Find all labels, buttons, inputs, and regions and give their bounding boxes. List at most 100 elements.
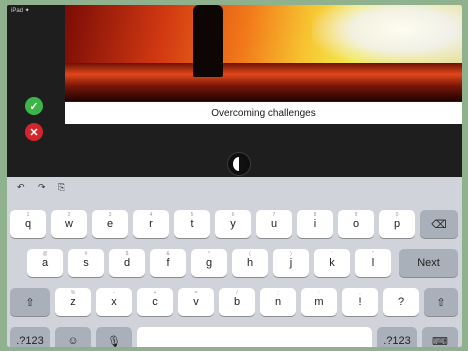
shift-key-left[interactable]: ⇧ — [10, 288, 50, 316]
key-o[interactable]: 9o — [338, 210, 374, 238]
key-hint: 2 — [67, 212, 71, 218]
close-icon: ✕ — [29, 126, 39, 139]
key-label: g — [205, 257, 213, 269]
shift-key-right[interactable]: ⇧ — [424, 288, 458, 316]
redo-icon[interactable]: ↷ — [38, 182, 46, 193]
key-label: c — [152, 296, 158, 308]
key-p[interactable]: 0p — [379, 210, 415, 238]
key-label: .?123 — [383, 335, 411, 347]
key-a[interactable]: @ a — [27, 249, 63, 277]
key-label: r — [149, 218, 153, 230]
key-r[interactable]: 4r — [133, 210, 169, 238]
photo — [65, 5, 462, 101]
keyboard: ↶ ↷ ⎘ 1 q 2 w 3 e 4 r 5 t 6 y 7 u 8 i 9 o 0 p ⌫ @ a # s $ d & f * g(h)… — [7, 177, 462, 347]
key-label: w — [65, 218, 73, 230]
key-hint: 5 — [190, 212, 194, 218]
key-question[interactable]: .? — [383, 288, 419, 316]
key-y[interactable]: 6y — [215, 210, 251, 238]
key-hint: @ — [42, 251, 48, 257]
status-bar: iPad ✦ — [11, 8, 30, 14]
key-hint: " — [372, 251, 374, 257]
key-label: ☺ — [67, 335, 79, 347]
key-label: ! — [358, 296, 362, 308]
next-key[interactable]: Next — [399, 249, 458, 277]
key-hint: 0 — [395, 212, 399, 218]
key-hint: + — [153, 290, 157, 296]
key-hint: # — [84, 251, 88, 257]
key-h[interactable]: (h — [232, 249, 268, 277]
key-hint: * — [208, 251, 210, 257]
numbers-key-left[interactable]: .?123 — [10, 327, 50, 347]
key-hint: 4 — [149, 212, 153, 218]
screen: iPad ✦ Overcoming challenges ✓ ✕ ↶ ↷ ⎘ 1… — [7, 5, 462, 347]
numbers-key-right[interactable]: .?123 — [377, 327, 417, 347]
caption-field[interactable]: Overcoming challenges — [65, 102, 462, 124]
key-w[interactable]: 2w — [51, 210, 87, 238]
key-label: v — [193, 296, 199, 308]
key-k[interactable]: ' k — [314, 249, 350, 277]
paste-icon[interactable]: ⎘ — [58, 182, 65, 193]
key-hint: 8 — [313, 212, 317, 218]
split-handle[interactable] — [227, 152, 251, 176]
key-hint: 7 — [272, 212, 276, 218]
key-hint: 3 — [108, 212, 112, 218]
key-l[interactable]: " l — [355, 249, 391, 277]
emoji-key[interactable]: ☺ — [55, 327, 91, 347]
key-j[interactable]: ) j — [273, 249, 309, 277]
photo-clouds — [312, 5, 462, 67]
key-u[interactable]: 7u — [256, 210, 292, 238]
key-v[interactable]: = v — [178, 288, 214, 316]
key-label: n — [274, 296, 282, 308]
key-label: u — [270, 218, 278, 230]
key-label: ⌨ — [432, 335, 448, 348]
key-label: ⇧ — [436, 296, 446, 309]
key-label: .?123 — [16, 335, 44, 347]
undo-icon[interactable]: ↶ — [17, 182, 25, 193]
key-n[interactable]: ; n — [260, 288, 296, 316]
key-hint: / — [236, 290, 238, 296]
key-e[interactable]: 3e — [92, 210, 128, 238]
key-hint: $ — [125, 251, 129, 257]
key-label: 🎙 — [107, 335, 121, 348]
key-b[interactable]: / b — [219, 288, 255, 316]
key-i[interactable]: 8i — [297, 210, 333, 238]
photo-sea — [65, 63, 462, 101]
key-t[interactable]: 5t — [174, 210, 210, 238]
key-label: t — [190, 218, 194, 230]
key-f[interactable]: & f — [150, 249, 186, 277]
confirm-button[interactable]: ✓ — [25, 97, 43, 115]
key-label: d — [123, 257, 131, 269]
key-s[interactable]: # s — [68, 249, 104, 277]
key-hint: % — [70, 290, 76, 296]
key-exclamation[interactable]: ,! — [342, 288, 378, 316]
key-g[interactable]: * g — [191, 249, 227, 277]
key-d[interactable]: $ d — [109, 249, 145, 277]
key-label: i — [313, 218, 317, 230]
key-c[interactable]: + c — [137, 288, 173, 316]
key-label: l — [371, 257, 375, 269]
key-label: ⌫ — [431, 218, 447, 231]
key-label: m — [314, 296, 324, 308]
key-hint: - — [113, 290, 115, 296]
key-label: e — [106, 218, 114, 230]
key-hint: . — [400, 290, 402, 296]
key-x[interactable]: -x — [96, 288, 132, 316]
key-label: f — [166, 257, 170, 269]
key-label: j — [289, 257, 293, 269]
key-label: p — [393, 218, 401, 230]
hide-keyboard-key[interactable]: ⌨ — [422, 327, 458, 347]
key-z[interactable]: % z — [55, 288, 91, 316]
keyboard-toolbar: ↶ ↷ ⎘ — [7, 177, 462, 197]
space-key[interactable] — [137, 327, 372, 347]
key-label: ? — [397, 296, 405, 308]
dictation-key[interactable]: 🎙 — [96, 327, 132, 347]
contrast-icon — [233, 157, 245, 171]
caption-text: Overcoming challenges — [211, 107, 316, 119]
key-m[interactable]: :m — [301, 288, 337, 316]
discard-button[interactable]: ✕ — [25, 123, 43, 141]
key-label: x — [111, 296, 117, 308]
key-label: o — [352, 218, 360, 230]
delete-key[interactable]: ⌫ — [420, 210, 458, 238]
key-hint: , — [359, 290, 361, 296]
key-q[interactable]: 1q — [10, 210, 46, 238]
